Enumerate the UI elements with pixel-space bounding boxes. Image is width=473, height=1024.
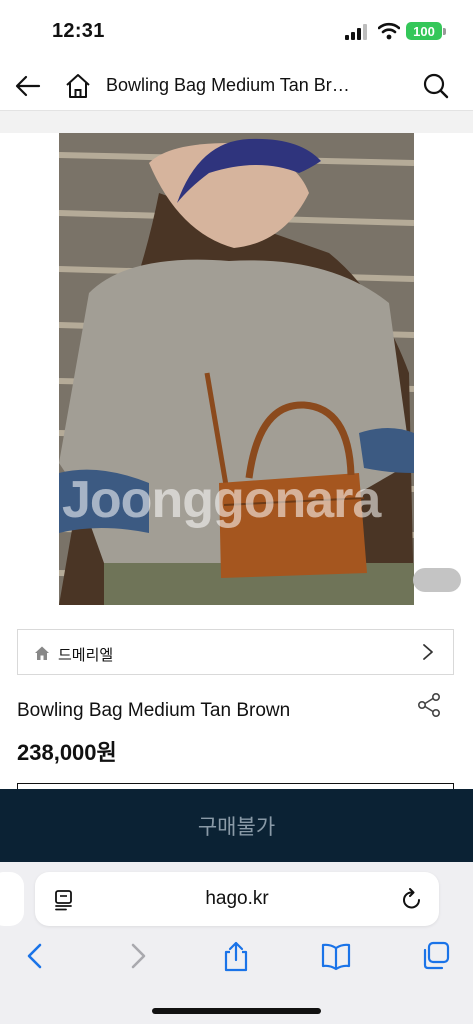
reload-icon[interactable] [401,887,423,911]
battery-tip [443,28,446,35]
app-header: Bowling Bag Medium Tan Br… [0,62,473,111]
status-time: 12:31 [52,20,105,42]
search-icon[interactable] [422,72,450,100]
back-icon[interactable] [20,940,52,972]
address-bar[interactable]: hago.kr [35,872,439,926]
previous-tab-peek[interactable] [0,872,24,926]
product-image[interactable] [58,133,415,605]
product-price: 238,000원 [17,740,117,765]
image-pager-pill[interactable] [413,568,461,592]
home-indicator [152,1008,321,1014]
page-title: Bowling Bag Medium Tan Br… [106,75,350,95]
product-name: Bowling Bag Medium Tan Brown [17,700,291,721]
browser-toolbar: hago.kr [0,862,473,1024]
cellular-signal-icon [345,24,367,40]
forward-icon[interactable] [121,940,153,972]
brand-name: 드메리엘 [58,647,114,664]
share-icon[interactable] [416,692,442,718]
purchase-button[interactable]: 구매불가 [0,789,473,862]
bookmarks-icon[interactable] [320,940,352,972]
url-text: hago.kr [205,888,269,909]
back-arrow-icon[interactable] [14,72,42,100]
section-divider [0,111,473,133]
purchase-button-label: 구매불가 [197,815,276,839]
status-bar: 12:31 100 [0,0,473,62]
shop-home-icon [35,646,49,660]
product-photo [58,133,415,605]
tabs-icon[interactable] [420,940,452,972]
chevron-right-icon [423,644,433,660]
brand-link-row[interactable]: 드메리엘 [17,629,454,675]
wifi-icon [378,22,400,40]
battery-indicator: 100 [406,22,442,40]
image-watermark: Joonggonara [62,471,381,529]
home-icon[interactable] [64,72,92,100]
share-sheet-icon[interactable] [220,940,252,972]
